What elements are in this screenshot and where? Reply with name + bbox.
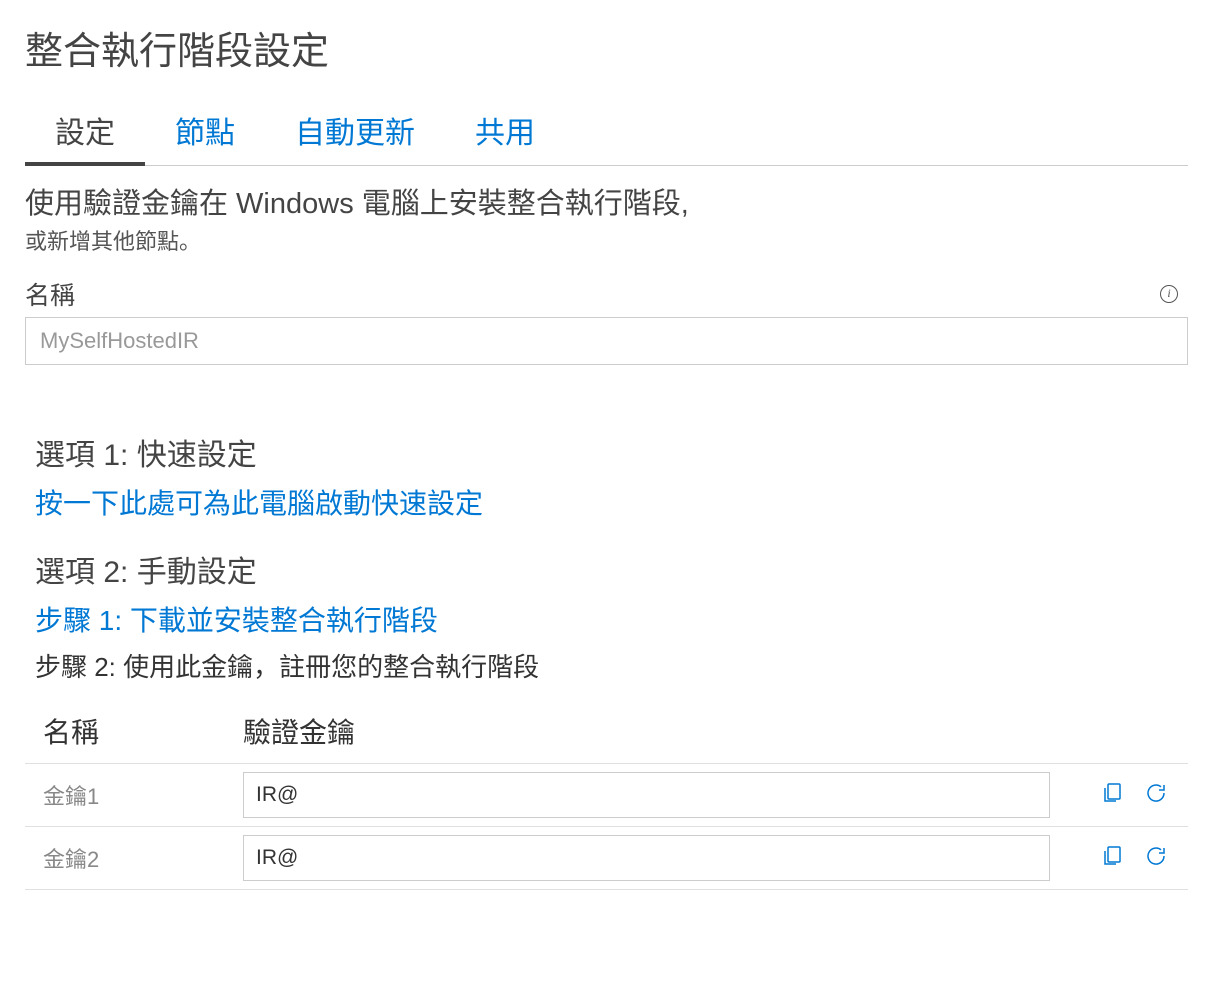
name-label: 名稱: [25, 276, 75, 312]
copy-icon[interactable]: [1098, 842, 1126, 870]
keys-table-header-name: 名稱: [25, 699, 225, 764]
tab-nodes[interactable]: 節點: [145, 100, 265, 165]
tab-share[interactable]: 共用: [445, 100, 565, 165]
page-title: 整合執行階段設定: [25, 20, 1188, 75]
refresh-icon[interactable]: [1142, 779, 1170, 807]
key2-name: 金鑰2: [25, 826, 225, 889]
copy-icon[interactable]: [1098, 779, 1126, 807]
quick-setup-link[interactable]: 按一下此處可為此電腦啟動快速設定: [35, 482, 1188, 522]
step2-text: 步驟 2: 使用此金鑰，註冊您的整合執行階段: [35, 647, 1188, 684]
step1-download-link[interactable]: 步驟 1: 下載並安裝整合執行階段: [35, 599, 1188, 639]
tab-auto-update[interactable]: 自動更新: [265, 100, 445, 165]
table-row: 金鑰2: [25, 826, 1188, 889]
key1-name: 金鑰1: [25, 763, 225, 826]
description-main: 使用驗證金鑰在 Windows 電腦上安裝整合執行階段,: [25, 186, 1188, 224]
keys-table: 名稱 驗證金鑰 金鑰1 金鑰2: [25, 699, 1188, 890]
description-sub: 或新增其他節點。: [25, 224, 1188, 256]
key1-input[interactable]: [243, 772, 1050, 818]
option1-heading: 選項 1: 快速設定: [35, 430, 1188, 474]
keys-table-header-key: 驗證金鑰: [225, 699, 1068, 764]
tabs-bar: 設定 節點 自動更新 共用: [25, 100, 1188, 166]
option2-heading: 選項 2: 手動設定: [35, 547, 1188, 591]
table-row: 金鑰1: [25, 763, 1188, 826]
refresh-icon[interactable]: [1142, 842, 1170, 870]
key2-input[interactable]: [243, 835, 1050, 881]
tab-settings[interactable]: 設定: [25, 100, 145, 166]
name-input[interactable]: [25, 317, 1188, 365]
info-icon[interactable]: i: [1160, 285, 1178, 303]
